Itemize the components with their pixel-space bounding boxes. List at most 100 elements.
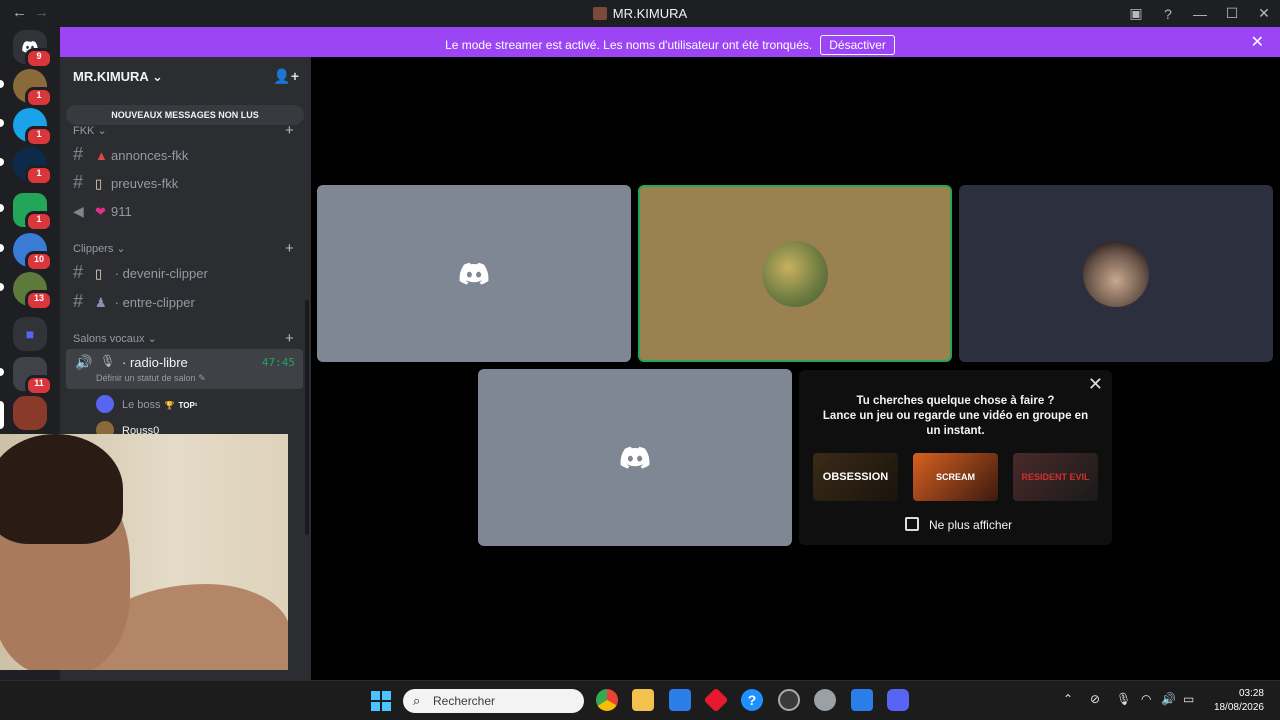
hash-icon: #: [73, 144, 84, 164]
channel-devenir-clipper[interactable]: # ▯ · devenir-clipper: [73, 259, 303, 285]
participant-avatar: [762, 240, 828, 307]
channel-entre-clipper[interactable]: # ♟ · entre-clipper: [73, 288, 303, 314]
activity-scream[interactable]: SCREAM: [913, 453, 998, 501]
participant-tile-3[interactable]: [959, 185, 1273, 362]
activity-line-2: Lance un jeu ou regarde une vidéo en gro…: [822, 410, 1089, 437]
taskbar-clock[interactable]: 03:28 18/08/2026: [1214, 687, 1264, 715]
close-window-button[interactable]: ✕: [1248, 5, 1280, 22]
settings-gear-icon[interactable]: [814, 689, 836, 711]
selected-pill: [0, 401, 4, 429]
activity-obsession[interactable]: OBSESSION: [813, 453, 898, 501]
channel-preuves-fkk[interactable]: # ▯ preuves-fkk: [73, 169, 303, 195]
network-off-icon[interactable]: ⊘: [1090, 692, 1100, 706]
hash-icon: #: [73, 262, 84, 282]
people-icon: ♟: [95, 295, 107, 310]
voice-channel-name: · radio-libre: [122, 355, 188, 370]
windows-taskbar: ⌕ Rechercher ? ⌃ ⊘ 🎙 ◠ 🔊 ▭ 03:28 18/08/2…: [0, 680, 1280, 720]
add-channel-icon[interactable]: +: [285, 330, 294, 347]
invite-people-icon[interactable]: 👤+: [273, 68, 299, 85]
clock-date: 18/08/2026: [1213, 702, 1264, 713]
participant-tile-1[interactable]: [317, 185, 631, 362]
minimize-button[interactable]: —: [1184, 6, 1216, 22]
unread-messages-banner[interactable]: NOUVEAUX MESSAGES NON LUS: [66, 105, 304, 125]
add-channel-icon[interactable]: +: [285, 240, 294, 257]
server-badge: 1: [25, 126, 53, 147]
chevron-up-icon[interactable]: ⌃: [1063, 692, 1073, 706]
window-title: MR.KIMURA: [0, 6, 1280, 21]
document-icon: ▯: [95, 176, 103, 191]
voice-stage: [311, 57, 1280, 680]
voice-timer: 47:45: [261, 356, 295, 369]
hash-icon: #: [73, 291, 84, 311]
home-button[interactable]: 9: [13, 30, 53, 69]
participant-tile-2-speaking[interactable]: [638, 185, 952, 362]
windows-start-icon[interactable]: [371, 691, 391, 711]
server-header[interactable]: MR.KIMURA ⌄ 👤+: [60, 57, 311, 97]
clock-time: 03:28: [1238, 688, 1264, 699]
category-salons-vocaux[interactable]: Salons vocaux ⌄ +: [73, 330, 294, 347]
channel-annonces-fkk[interactable]: # ▲ annonces-fkk: [73, 141, 303, 167]
participant-tile-4[interactable]: [478, 369, 792, 546]
wifi-icon[interactable]: ◠: [1141, 692, 1151, 706]
server-badge: 10: [25, 251, 53, 272]
server-avatar-6[interactable]: 13: [13, 272, 53, 311]
microphone-icon: 🎙: [100, 354, 116, 368]
battery-icon[interactable]: ▭: [1183, 692, 1194, 706]
sidebar-scrollbar[interactable]: [305, 300, 309, 535]
store-icon[interactable]: [669, 689, 691, 711]
close-icon[interactable]: ✕: [1088, 374, 1103, 395]
close-banner-icon[interactable]: ✕: [1251, 32, 1264, 52]
channel-label: 911: [111, 204, 132, 219]
participant-avatar: [1083, 240, 1149, 307]
category-name: Salons vocaux: [73, 333, 145, 345]
server-avatar-1[interactable]: 1: [13, 69, 53, 108]
server-avatar-5[interactable]: 10: [13, 233, 53, 272]
taskbar-search[interactable]: ⌕ Rechercher: [403, 689, 584, 713]
server-avatar-2[interactable]: 1: [13, 108, 53, 147]
app-blue-icon[interactable]: [851, 689, 873, 711]
maximize-button[interactable]: ☐: [1216, 5, 1248, 22]
obs-icon[interactable]: [778, 689, 800, 711]
channel-911[interactable]: ◀ ❤ 911: [73, 198, 303, 224]
category-name: Clippers: [73, 243, 114, 255]
dont-show-again-checkbox[interactable]: [905, 517, 919, 531]
announcement-icon: ◀: [73, 203, 84, 219]
lips-icon: ❤: [95, 204, 106, 219]
search-placeholder: Rechercher: [433, 694, 496, 708]
speaker-icon: 🔊: [75, 354, 93, 370]
inbox-icon[interactable]: ▣: [1120, 5, 1152, 22]
help-icon[interactable]: ?: [1152, 6, 1184, 22]
help-app-icon[interactable]: ?: [741, 689, 763, 711]
category-name: FKK: [73, 125, 95, 137]
banner-text: Le mode streamer est activé. Les noms d'…: [445, 38, 813, 52]
folder-icon[interactable]: ■: [13, 317, 47, 351]
member-name: Le boss: [122, 399, 161, 411]
disable-streamer-mode-button[interactable]: Désactiver: [820, 35, 895, 55]
file-explorer-icon[interactable]: [632, 689, 654, 711]
channel-label: annonces-fkk: [111, 148, 189, 163]
set-channel-status[interactable]: Définir un statut de salon ✎: [96, 373, 206, 384]
server-avatar-7[interactable]: 11: [13, 357, 53, 396]
member-tag: TOP¹: [178, 401, 198, 410]
microphone-icon[interactable]: 🎙: [1116, 692, 1131, 706]
server-avatar-8[interactable]: [13, 396, 47, 430]
voice-member[interactable]: Le boss 🏆 TOP¹: [96, 395, 197, 413]
add-channel-icon[interactable]: +: [285, 122, 294, 139]
server-avatar-3[interactable]: 1: [13, 147, 53, 186]
voice-channel-radio-libre[interactable]: 🔊 🎙 · radio-libre 47:45 Définir un statu…: [66, 349, 303, 389]
server-badge: 1: [25, 165, 53, 186]
chrome-icon[interactable]: [596, 689, 618, 711]
category-fkk[interactable]: FKK ⌄ +: [73, 122, 294, 139]
activity-resident-evil[interactable]: RESIDENT EVIL: [1013, 453, 1098, 501]
discord-taskbar-icon[interactable]: [887, 689, 909, 711]
server-badge: 13: [25, 290, 53, 311]
voice-channel-label: radio-libre: [129, 355, 188, 370]
category-clippers[interactable]: Clippers ⌄ +: [73, 240, 294, 257]
server-avatar-4[interactable]: 1: [13, 193, 53, 232]
app-diamond-icon[interactable]: [703, 687, 729, 713]
dont-show-again-label: Ne plus afficher: [929, 518, 1013, 532]
avatar: [96, 395, 114, 413]
discord-logo-icon: [459, 262, 489, 285]
volume-icon[interactable]: 🔊: [1161, 692, 1176, 706]
server-badge: 1: [25, 87, 53, 108]
